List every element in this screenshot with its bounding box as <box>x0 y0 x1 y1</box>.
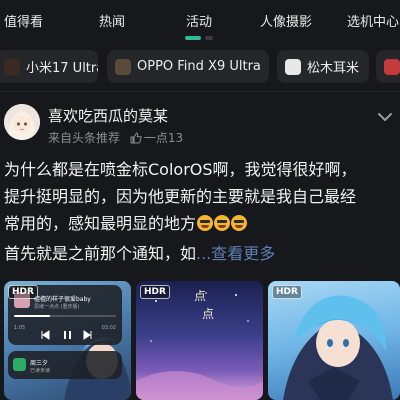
read-more-link[interactable]: 查看更多 <box>211 244 275 263</box>
post-text-segment: 首先就是之前那个通知，如 <box>4 244 197 263</box>
post-image-1[interactable]: 檀檀的样子很爱baby 思绪一点点 (重庆版) 1:05 03:02 周三夕 已… <box>4 281 131 400</box>
previous-icon <box>41 330 50 340</box>
hdr-badge: HDR <box>140 285 170 299</box>
sunglasses-emoji-icon <box>231 215 248 231</box>
progress-track[interactable] <box>14 315 116 317</box>
top-nav: 值得看 热闻 活动 人像摄影 选机中心 <box>0 0 400 44</box>
topic-thumbnail <box>115 58 131 75</box>
post-text-line: 首先就是之前那个通知，如...查看更多 <box>4 244 275 264</box>
ellipsis: ... <box>196 244 212 263</box>
notification-sender: 周三夕 <box>30 360 49 367</box>
chevron-down-icon[interactable] <box>376 108 394 126</box>
sunglasses-emoji-icon <box>197 215 214 231</box>
page-indicator <box>185 36 213 40</box>
divider <box>0 91 400 92</box>
avatar[interactable] <box>4 104 40 140</box>
topic-thumbnail <box>4 58 20 75</box>
topic-thumbnail <box>384 58 400 75</box>
nav-tab-worth-reading[interactable]: 值得看 <box>4 11 43 30</box>
post-meta: 来自头条推荐 一点13 <box>48 129 183 146</box>
nav-tab-phone-picker[interactable]: 选机中心 <box>347 11 399 30</box>
topic-chip-xiaomi17ultra[interactable]: 小米17 Ultra <box>0 50 98 83</box>
topic-label: 小米17 Ultra <box>26 61 98 76</box>
post-source: 来自头条推荐 <box>48 131 121 145</box>
topic-chip-oppo-find-x9-ultra[interactable]: OPPO Find X9 Ultra <box>107 50 269 83</box>
pause-icon <box>64 331 66 339</box>
wechat-notification[interactable]: 周三夕 已读未读 <box>8 351 122 379</box>
time-total: 03:02 <box>101 325 116 331</box>
page-indicator-active <box>185 36 201 40</box>
next-icon <box>83 330 92 340</box>
nav-tab-hot-news[interactable]: 热闻 <box>99 11 125 30</box>
sunglasses-emoji-icon <box>214 215 231 231</box>
song-artist: 思绪一点点 (重庆版) <box>34 304 80 310</box>
topic-label: OPPO Find X9 Ultra <box>137 59 261 74</box>
playback-controls <box>41 330 92 340</box>
wechat-icon <box>13 358 26 371</box>
topic-thumbnail <box>285 58 301 75</box>
page-indicator-dot <box>205 36 213 40</box>
notification-message: 已读未读 <box>30 368 51 374</box>
sticker-text: 点 <box>202 307 215 321</box>
post-image-3[interactable]: HDR <box>268 281 400 400</box>
sticker-text: 点 <box>194 289 207 303</box>
topic-label: 松木耳米 <box>307 61 360 76</box>
time-elapsed: 1:05 <box>14 325 26 331</box>
topic-chips: 小米17 Ultra OPPO Find X9 Ultra 松木耳米 <box>0 50 400 84</box>
post-author[interactable]: 喜欢吃西瓜的莫某 <box>48 105 168 126</box>
progress-fill <box>14 315 50 317</box>
nav-tab-portrait[interactable]: 人像摄影 <box>260 11 312 30</box>
hdr-badge: HDR <box>272 285 302 299</box>
thumbs-up-icon <box>130 132 142 144</box>
hdr-badge: HDR <box>8 285 38 299</box>
topic-chip-earbuds[interactable]: 松木耳米 <box>277 50 369 83</box>
song-title: 檀檀的样子很爱baby <box>34 296 91 303</box>
post-text-line: 为什么都是在喷金标ColorOS啊，我觉得很好啊， <box>4 160 357 179</box>
post-text-line: 提升挺明显的，因为他更新的主要就是我自己最经 <box>4 187 357 206</box>
nav-tab-events[interactable]: 活动 <box>186 11 212 30</box>
post-text-segment: 常用的，感知最明显的地方 <box>4 214 197 233</box>
post-image-2[interactable]: 点 点 HDR <box>136 281 263 400</box>
topic-chip-partial[interactable] <box>376 50 400 83</box>
post-text-line: 常用的，感知最明显的地方 <box>4 214 248 234</box>
like-count: 一点13 <box>143 131 184 145</box>
